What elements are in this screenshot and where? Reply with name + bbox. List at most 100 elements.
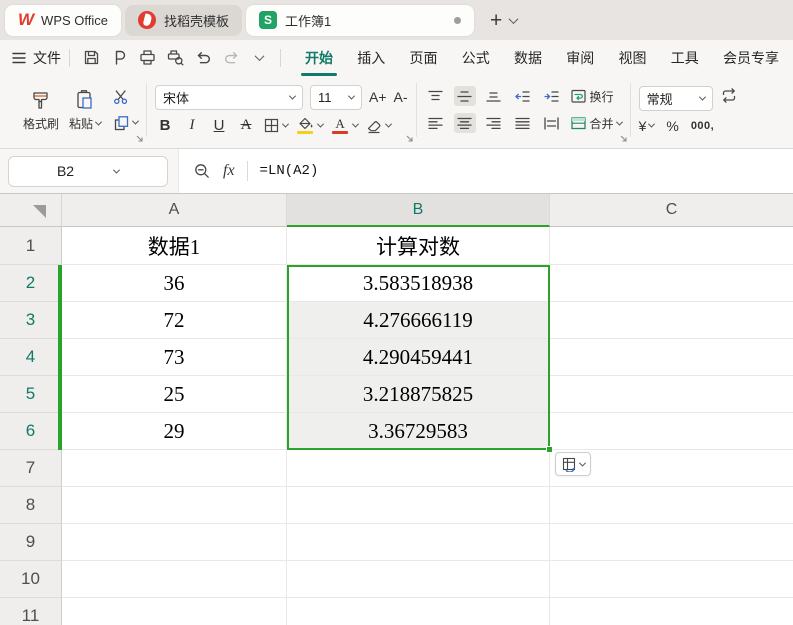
cell-B5[interactable]: 3.218875825: [287, 376, 550, 413]
strikethrough-button[interactable]: A: [236, 117, 256, 134]
cell-A9[interactable]: [62, 524, 287, 561]
decrease-font-button[interactable]: A-: [394, 89, 408, 105]
cell-A7[interactable]: [62, 450, 287, 487]
row-header-2[interactable]: 2: [0, 265, 62, 302]
fill-options-button[interactable]: [555, 452, 591, 476]
cell-B3[interactable]: 4.276666119: [287, 302, 550, 339]
cell-A3[interactable]: 72: [62, 302, 287, 339]
row-header-7[interactable]: 7: [0, 450, 62, 487]
comma-format-button[interactable]: 000,: [691, 120, 714, 132]
cut-button[interactable]: [112, 88, 138, 106]
export-pdf-button[interactable]: [106, 45, 132, 71]
cell-C9[interactable]: [550, 524, 793, 561]
file-menu-button[interactable]: 文件: [12, 48, 61, 68]
tab-data[interactable]: 数据: [512, 41, 544, 75]
alignment-dialog-launcher[interactable]: [619, 134, 628, 143]
cell-B9[interactable]: [287, 524, 550, 561]
row-header-4[interactable]: 4: [0, 339, 62, 376]
clipboard-dialog-launcher[interactable]: [135, 134, 144, 143]
row-header-1[interactable]: 1: [0, 227, 62, 265]
font-color-button[interactable]: A: [330, 117, 360, 135]
tab-list-chevron-icon[interactable]: [508, 13, 519, 24]
font-dialog-launcher[interactable]: [405, 134, 414, 143]
copy-button[interactable]: [112, 114, 140, 132]
cell-A4[interactable]: 73: [62, 339, 287, 376]
cell-B1[interactable]: 计算对数: [287, 227, 550, 265]
tab-tools[interactable]: 工具: [669, 41, 701, 75]
align-left-button[interactable]: [425, 113, 447, 133]
font-size-select[interactable]: 11: [310, 84, 363, 110]
tab-review[interactable]: 审阅: [564, 41, 596, 75]
cell-A11[interactable]: [62, 598, 287, 625]
new-tab-button[interactable]: +: [490, 10, 502, 31]
fill-handle[interactable]: [546, 446, 553, 453]
format-painter-button[interactable]: 格式刷: [18, 86, 64, 134]
column-header-B[interactable]: B: [287, 194, 550, 227]
tab-view[interactable]: 视图: [617, 41, 649, 75]
row-header-10[interactable]: 10: [0, 561, 62, 598]
cell-C10[interactable]: [550, 561, 793, 598]
row-header-11[interactable]: 11: [0, 598, 62, 625]
tab-docer-templates[interactable]: 找稻壳模板: [125, 4, 243, 36]
print-button[interactable]: [134, 45, 160, 71]
column-header-C[interactable]: C: [550, 194, 793, 227]
cell-C6[interactable]: [550, 413, 793, 450]
cell-C1[interactable]: [550, 227, 793, 265]
row-header-6[interactable]: 6: [0, 413, 62, 450]
align-bottom-button[interactable]: [483, 86, 505, 106]
cell-B7[interactable]: [287, 450, 550, 487]
align-top-button[interactable]: [425, 86, 447, 106]
cell-B4[interactable]: 4.290459441: [287, 339, 550, 376]
undo-button[interactable]: [190, 45, 216, 71]
select-all-corner[interactable]: [0, 194, 62, 227]
cell-B11[interactable]: [287, 598, 550, 625]
zoom-search-icon[interactable]: [193, 162, 211, 180]
merge-cells-button[interactable]: 合并: [570, 115, 623, 132]
cell-A2[interactable]: 36: [62, 265, 287, 302]
borders-button[interactable]: [263, 117, 290, 134]
tab-wps-office[interactable]: W WPS Office: [5, 4, 121, 36]
cell-A5[interactable]: 25: [62, 376, 287, 413]
row-header-9[interactable]: 9: [0, 524, 62, 561]
font-name-select[interactable]: 宋体: [155, 84, 304, 110]
eraser-button[interactable]: [365, 117, 393, 134]
cell-A10[interactable]: [62, 561, 287, 598]
currency-format-button[interactable]: ¥: [639, 118, 656, 134]
save-button[interactable]: [78, 45, 104, 71]
align-right-button[interactable]: [483, 113, 505, 133]
print-preview-button[interactable]: [162, 45, 188, 71]
cell-A8[interactable]: [62, 487, 287, 524]
cell-A6[interactable]: 29: [62, 413, 287, 450]
increase-indent-button[interactable]: [541, 86, 563, 106]
tab-insert[interactable]: 插入: [355, 41, 387, 75]
bold-button[interactable]: B: [155, 117, 175, 134]
cell-B6[interactable]: 3.36729583: [287, 413, 550, 450]
row-header-3[interactable]: 3: [0, 302, 62, 339]
number-format-select[interactable]: 常规: [638, 85, 713, 111]
percent-format-button[interactable]: %: [666, 118, 678, 134]
row-header-8[interactable]: 8: [0, 487, 62, 524]
wrap-text-button[interactable]: 换行: [570, 88, 614, 105]
cell-C5[interactable]: [550, 376, 793, 413]
italic-button[interactable]: I: [182, 117, 202, 134]
justify-button[interactable]: [512, 113, 534, 133]
cell-C4[interactable]: [550, 339, 793, 376]
cell-B10[interactable]: [287, 561, 550, 598]
cell-B8[interactable]: [287, 487, 550, 524]
cell-C3[interactable]: [550, 302, 793, 339]
formula-input-zone[interactable]: fx =LN(A2): [178, 149, 793, 193]
insert-function-button[interactable]: fx: [223, 162, 235, 180]
column-header-A[interactable]: A: [62, 194, 287, 227]
underline-button[interactable]: U: [209, 117, 229, 134]
cell-C2[interactable]: [550, 265, 793, 302]
formula-text[interactable]: =LN(A2): [260, 163, 319, 179]
tab-home[interactable]: 开始: [301, 41, 337, 76]
increase-font-button[interactable]: A+: [369, 89, 387, 105]
cell-A1[interactable]: 数据1: [62, 227, 287, 265]
cell-C8[interactable]: [550, 487, 793, 524]
cell-B2-active[interactable]: 3.583518938: [287, 265, 550, 302]
align-middle-button[interactable]: [453, 86, 476, 106]
paste-button[interactable]: 粘贴: [64, 86, 106, 134]
tab-page[interactable]: 页面: [408, 41, 440, 75]
name-box[interactable]: B2: [8, 155, 168, 187]
